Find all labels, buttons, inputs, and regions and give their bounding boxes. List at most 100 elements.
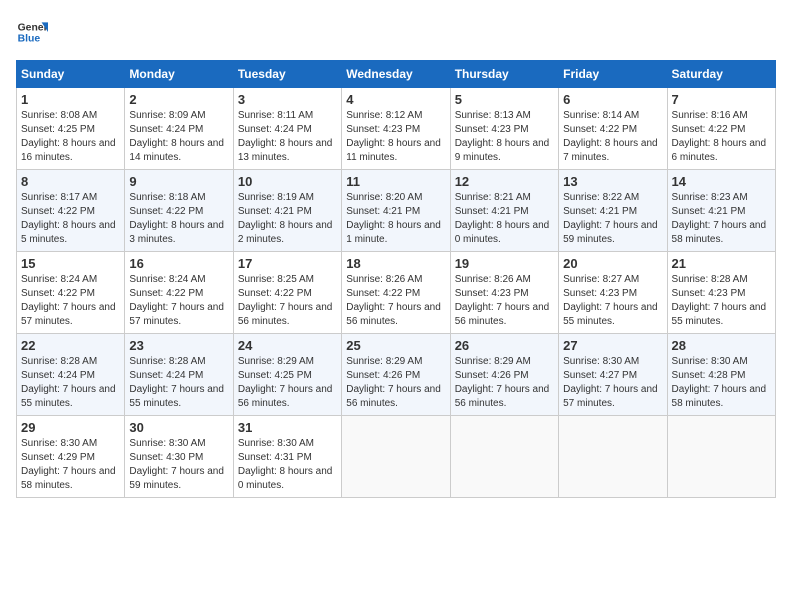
day-info: Sunrise: 8:17 AM Sunset: 4:22 PM Dayligh… [21, 191, 120, 247]
sunrise: Sunrise: 8:13 AM [455, 110, 531, 121]
day-info: Sunrise: 8:26 AM Sunset: 4:23 PM Dayligh… [455, 273, 554, 329]
sunset: Sunset: 4:21 PM [455, 206, 529, 217]
day-number: 14 [672, 174, 771, 189]
day-number: 31 [238, 420, 337, 435]
sunset: Sunset: 4:23 PM [563, 288, 637, 299]
sunset: Sunset: 4:23 PM [346, 124, 420, 135]
sunset: Sunset: 4:25 PM [21, 124, 95, 135]
sunrise: Sunrise: 8:30 AM [21, 438, 97, 449]
sunrise: Sunrise: 8:09 AM [129, 110, 205, 121]
sunrise: Sunrise: 8:22 AM [563, 192, 639, 203]
calendar-cell: 29 Sunrise: 8:30 AM Sunset: 4:29 PM Dayl… [17, 416, 125, 498]
daylight: Daylight: 7 hours and 55 minutes. [563, 302, 658, 327]
calendar-cell: 9 Sunrise: 8:18 AM Sunset: 4:22 PM Dayli… [125, 170, 233, 252]
calendar-cell: 31 Sunrise: 8:30 AM Sunset: 4:31 PM Dayl… [233, 416, 341, 498]
calendar-cell: 19 Sunrise: 8:26 AM Sunset: 4:23 PM Dayl… [450, 252, 558, 334]
day-info: Sunrise: 8:30 AM Sunset: 4:31 PM Dayligh… [238, 437, 337, 493]
calendar-cell: 2 Sunrise: 8:09 AM Sunset: 4:24 PM Dayli… [125, 88, 233, 170]
sunset: Sunset: 4:22 PM [129, 288, 203, 299]
day-number: 6 [563, 92, 662, 107]
calendar-cell: 15 Sunrise: 8:24 AM Sunset: 4:22 PM Dayl… [17, 252, 125, 334]
calendar-cell: 3 Sunrise: 8:11 AM Sunset: 4:24 PM Dayli… [233, 88, 341, 170]
day-info: Sunrise: 8:30 AM Sunset: 4:29 PM Dayligh… [21, 437, 120, 493]
day-number: 9 [129, 174, 228, 189]
day-info: Sunrise: 8:30 AM Sunset: 4:30 PM Dayligh… [129, 437, 228, 493]
daylight: Daylight: 7 hours and 58 minutes. [21, 466, 116, 491]
sunrise: Sunrise: 8:19 AM [238, 192, 314, 203]
daylight: Daylight: 7 hours and 59 minutes. [129, 466, 224, 491]
calendar-cell: 25 Sunrise: 8:29 AM Sunset: 4:26 PM Dayl… [342, 334, 450, 416]
calendar-cell: 7 Sunrise: 8:16 AM Sunset: 4:22 PM Dayli… [667, 88, 775, 170]
daylight: Daylight: 7 hours and 56 minutes. [346, 302, 441, 327]
day-number: 12 [455, 174, 554, 189]
sunrise: Sunrise: 8:14 AM [563, 110, 639, 121]
day-number: 21 [672, 256, 771, 271]
calendar-cell: 27 Sunrise: 8:30 AM Sunset: 4:27 PM Dayl… [559, 334, 667, 416]
day-number: 17 [238, 256, 337, 271]
sunrise: Sunrise: 8:20 AM [346, 192, 422, 203]
sunrise: Sunrise: 8:12 AM [346, 110, 422, 121]
svg-text:Blue: Blue [18, 34, 41, 45]
day-info: Sunrise: 8:22 AM Sunset: 4:21 PM Dayligh… [563, 191, 662, 247]
day-number: 3 [238, 92, 337, 107]
day-number: 29 [21, 420, 120, 435]
sunset: Sunset: 4:26 PM [455, 370, 529, 381]
sunset: Sunset: 4:21 PM [563, 206, 637, 217]
daylight: Daylight: 8 hours and 9 minutes. [455, 138, 550, 163]
col-header-monday: Monday [125, 61, 233, 88]
sunset: Sunset: 4:21 PM [672, 206, 746, 217]
logo-icon: General Blue [16, 16, 48, 48]
day-info: Sunrise: 8:28 AM Sunset: 4:24 PM Dayligh… [21, 355, 120, 411]
calendar-cell [450, 416, 558, 498]
day-info: Sunrise: 8:30 AM Sunset: 4:28 PM Dayligh… [672, 355, 771, 411]
day-number: 19 [455, 256, 554, 271]
calendar-cell: 8 Sunrise: 8:17 AM Sunset: 4:22 PM Dayli… [17, 170, 125, 252]
day-info: Sunrise: 8:29 AM Sunset: 4:26 PM Dayligh… [346, 355, 445, 411]
sunset: Sunset: 4:22 PM [21, 206, 95, 217]
sunrise: Sunrise: 8:11 AM [238, 110, 313, 121]
daylight: Daylight: 7 hours and 56 minutes. [455, 302, 550, 327]
day-number: 15 [21, 256, 120, 271]
sunset: Sunset: 4:22 PM [563, 124, 637, 135]
daylight: Daylight: 8 hours and 13 minutes. [238, 138, 333, 163]
sunrise: Sunrise: 8:23 AM [672, 192, 748, 203]
day-number: 5 [455, 92, 554, 107]
calendar-cell: 18 Sunrise: 8:26 AM Sunset: 4:22 PM Dayl… [342, 252, 450, 334]
day-info: Sunrise: 8:30 AM Sunset: 4:27 PM Dayligh… [563, 355, 662, 411]
calendar-cell [667, 416, 775, 498]
sunrise: Sunrise: 8:28 AM [672, 274, 748, 285]
sunrise: Sunrise: 8:30 AM [563, 356, 639, 367]
day-info: Sunrise: 8:24 AM Sunset: 4:22 PM Dayligh… [21, 273, 120, 329]
day-number: 22 [21, 338, 120, 353]
sunset: Sunset: 4:31 PM [238, 452, 312, 463]
sunset: Sunset: 4:23 PM [455, 124, 529, 135]
daylight: Daylight: 8 hours and 11 minutes. [346, 138, 441, 163]
daylight: Daylight: 7 hours and 59 minutes. [563, 220, 658, 245]
day-info: Sunrise: 8:24 AM Sunset: 4:22 PM Dayligh… [129, 273, 228, 329]
day-number: 7 [672, 92, 771, 107]
col-header-saturday: Saturday [667, 61, 775, 88]
col-header-wednesday: Wednesday [342, 61, 450, 88]
sunrise: Sunrise: 8:30 AM [129, 438, 205, 449]
daylight: Daylight: 8 hours and 5 minutes. [21, 220, 116, 245]
day-number: 30 [129, 420, 228, 435]
sunrise: Sunrise: 8:24 AM [129, 274, 205, 285]
col-header-friday: Friday [559, 61, 667, 88]
sunset: Sunset: 4:28 PM [672, 370, 746, 381]
daylight: Daylight: 7 hours and 56 minutes. [455, 384, 550, 409]
sunrise: Sunrise: 8:21 AM [455, 192, 531, 203]
calendar-cell: 28 Sunrise: 8:30 AM Sunset: 4:28 PM Dayl… [667, 334, 775, 416]
daylight: Daylight: 7 hours and 55 minutes. [129, 384, 224, 409]
day-number: 25 [346, 338, 445, 353]
sunset: Sunset: 4:22 PM [346, 288, 420, 299]
sunset: Sunset: 4:22 PM [21, 288, 95, 299]
daylight: Daylight: 7 hours and 56 minutes. [346, 384, 441, 409]
day-info: Sunrise: 8:28 AM Sunset: 4:23 PM Dayligh… [672, 273, 771, 329]
day-info: Sunrise: 8:29 AM Sunset: 4:26 PM Dayligh… [455, 355, 554, 411]
day-info: Sunrise: 8:23 AM Sunset: 4:21 PM Dayligh… [672, 191, 771, 247]
day-info: Sunrise: 8:18 AM Sunset: 4:22 PM Dayligh… [129, 191, 228, 247]
day-info: Sunrise: 8:13 AM Sunset: 4:23 PM Dayligh… [455, 109, 554, 165]
sunset: Sunset: 4:24 PM [21, 370, 95, 381]
calendar-cell: 24 Sunrise: 8:29 AM Sunset: 4:25 PM Dayl… [233, 334, 341, 416]
day-number: 11 [346, 174, 445, 189]
